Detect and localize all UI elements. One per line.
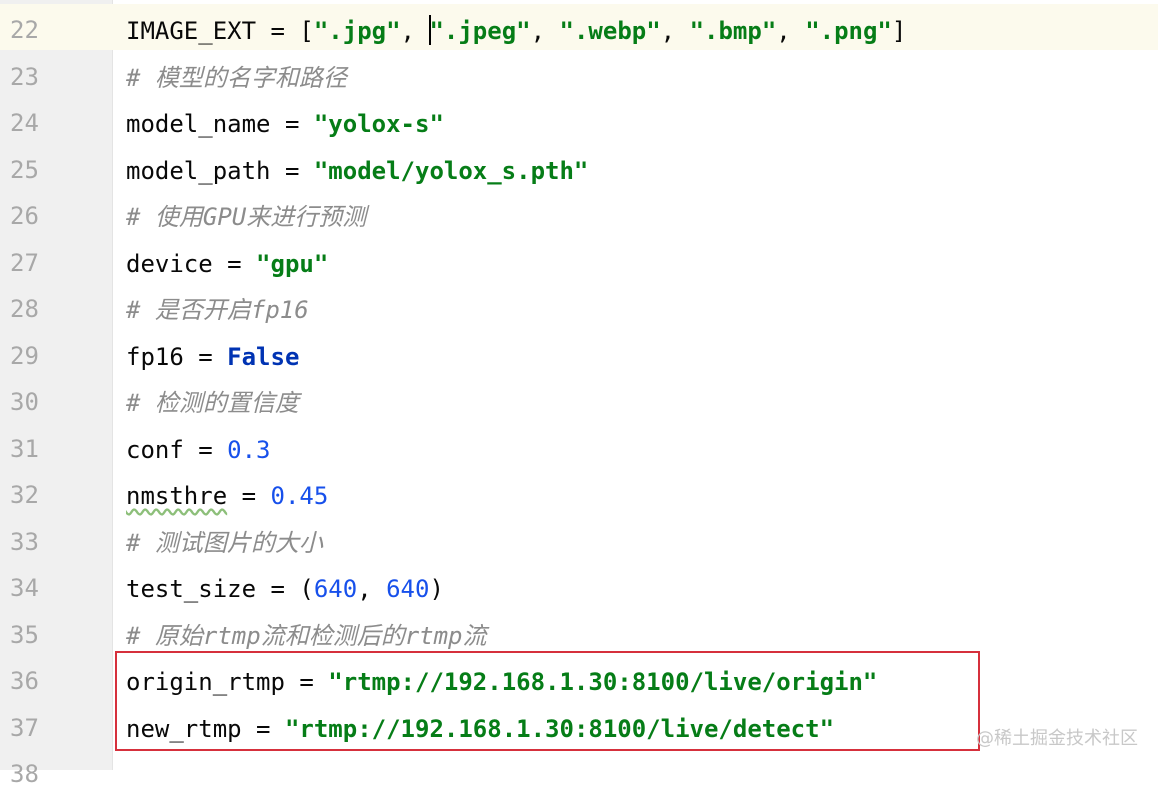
code-text: IMAGE_EXT = [".jpg", ".jpeg", ".webp", "… xyxy=(126,4,906,50)
token: conf = xyxy=(126,435,228,464)
token: origin_rtmp = xyxy=(126,668,329,696)
code-text: new_rtmp = "rtmp://192.168.1.30:8100/liv… xyxy=(126,702,834,748)
code-line[interactable]: 24 model_name = "yolox-s" xyxy=(0,97,1158,143)
code-text: # 模型的名字和路径 xyxy=(126,51,347,97)
token-num: 640 xyxy=(386,575,430,603)
code-text: model_name = "yolox-s" xyxy=(126,97,444,143)
line-number: 30 xyxy=(10,388,39,416)
line-number: 23 xyxy=(10,62,39,91)
token-cmt: # 使用GPU来进行预测 xyxy=(126,203,367,231)
code-text: fp16 = False xyxy=(126,330,299,376)
code-line[interactable]: 31 conf = 0.3 xyxy=(0,423,1158,469)
token: , xyxy=(776,17,806,45)
token: fp16 = xyxy=(126,342,228,371)
token: ) xyxy=(429,575,444,603)
token: new_rtmp = xyxy=(126,714,285,743)
code-text: model_path = "model/yolox_s.pth" xyxy=(126,144,588,190)
token: test_size = ( xyxy=(126,575,314,603)
watermark: @稀土掘金技术社区 xyxy=(976,728,1138,749)
code-line[interactable]: 38 xyxy=(0,748,1158,794)
line-number: 22 xyxy=(0,4,112,50)
line-number: 38 xyxy=(10,760,39,788)
line-number: 34 xyxy=(10,574,39,602)
token-str: ".png" xyxy=(805,17,892,45)
line-number: 35 xyxy=(10,620,39,649)
token-num: 0.45 xyxy=(270,482,329,510)
token-cmt: # 是否开启fp16 xyxy=(126,296,309,324)
code-line[interactable]: 33 # 测试图片的大小 xyxy=(0,516,1158,562)
code-line[interactable]: 36 origin_rtmp = "rtmp://192.168.1.30:810… xyxy=(0,655,1158,701)
line-number: 27 xyxy=(10,248,39,277)
line-number: 33 xyxy=(10,527,39,556)
line-number: 37 xyxy=(10,713,39,742)
token-cmt: # 原始rtmp流和检测后的rtmp流 xyxy=(126,621,487,650)
token-squig: nmsthre xyxy=(126,482,228,510)
token-kw: False xyxy=(227,342,300,371)
code-text: # 原始rtmp流和检测后的rtmp流 xyxy=(126,609,487,655)
code-line[interactable]: 27 device = "gpu" xyxy=(0,237,1158,283)
line-number: 26 xyxy=(10,202,39,230)
code-text: # 检测的置信度 xyxy=(126,376,299,422)
token: , xyxy=(530,17,560,45)
code-text: # 是否开启fp16 xyxy=(126,283,309,329)
token-cmt: # 测试图片的大小 xyxy=(126,528,323,557)
token-str: ".bmp" xyxy=(689,17,777,45)
token: , xyxy=(660,17,690,45)
code-line[interactable]: 25 model_path = "model/yolox_s.pth" xyxy=(0,144,1158,190)
token: ] xyxy=(891,17,907,45)
code-line[interactable]: 30 # 检测的置信度 xyxy=(0,376,1158,422)
line-number: 36 xyxy=(10,667,39,695)
token-str: "model/yolox_s.pth" xyxy=(313,156,589,185)
line-number: 32 xyxy=(10,481,39,509)
token-str: ".jpg" xyxy=(313,17,401,45)
code-text: test_size = (640, 640) xyxy=(126,562,444,608)
token-str: "rtmp://192.168.1.30:8100/live/detect" xyxy=(284,714,835,743)
line-number: 25 xyxy=(10,155,39,184)
token: = xyxy=(227,482,271,510)
token-str: ".jpeg" xyxy=(429,17,531,45)
code-text: nmsthre = 0.45 xyxy=(126,469,328,515)
token: , xyxy=(400,17,430,45)
token-num: 640 xyxy=(313,575,358,603)
code-text: conf = 0.3 xyxy=(126,423,271,469)
code-text: origin_rtmp = "rtmp://192.168.1.30:8100/… xyxy=(126,655,877,701)
code-line[interactable]: 35 # 原始rtmp流和检测后的rtmp流 xyxy=(0,609,1158,655)
token-num: 0.3 xyxy=(227,435,271,464)
token-str: ".webp" xyxy=(559,17,661,45)
token: , xyxy=(357,575,387,603)
code-editor[interactable]: 22 IMAGE_EXT = [".jpg", ".jpeg", ".webp",… xyxy=(0,0,1158,788)
token: model_path = xyxy=(126,156,314,185)
code-line[interactable]: 29 fp16 = False xyxy=(0,330,1158,376)
token-cmt: # 模型的名字和路径 xyxy=(126,63,347,92)
token-str: "gpu" xyxy=(256,249,329,278)
line-number: 24 xyxy=(10,109,39,137)
token-str: "rtmp://192.168.1.30:8100/live/origin" xyxy=(328,668,878,696)
code-line[interactable]: 28 # 是否开启fp16 xyxy=(0,283,1158,329)
code-line[interactable]: 22 IMAGE_EXT = [".jpg", ".jpeg", ".webp",… xyxy=(0,4,1158,50)
line-number: 28 xyxy=(10,295,39,323)
token: device = xyxy=(126,249,257,278)
code-line[interactable]: 34 test_size = (640, 640) xyxy=(0,562,1158,608)
code-text: # 使用GPU来进行预测 xyxy=(126,190,366,236)
line-number: 31 xyxy=(10,434,39,463)
code-text: device = "gpu" xyxy=(126,237,328,283)
code-line[interactable]: 32 nmsthre = 0.45 xyxy=(0,469,1158,515)
token-cmt: # 检测的置信度 xyxy=(126,389,299,417)
token-str: "yolox-s" xyxy=(313,110,444,138)
token: IMAGE_EXT = [ xyxy=(126,17,314,45)
line-number: 29 xyxy=(10,341,39,370)
code-line[interactable]: 26 # 使用GPU来进行预测 xyxy=(0,190,1158,236)
token: model_name = xyxy=(126,110,314,138)
code-text: # 测试图片的大小 xyxy=(126,516,323,562)
code-line[interactable]: 23 # 模型的名字和路径 xyxy=(0,51,1158,97)
